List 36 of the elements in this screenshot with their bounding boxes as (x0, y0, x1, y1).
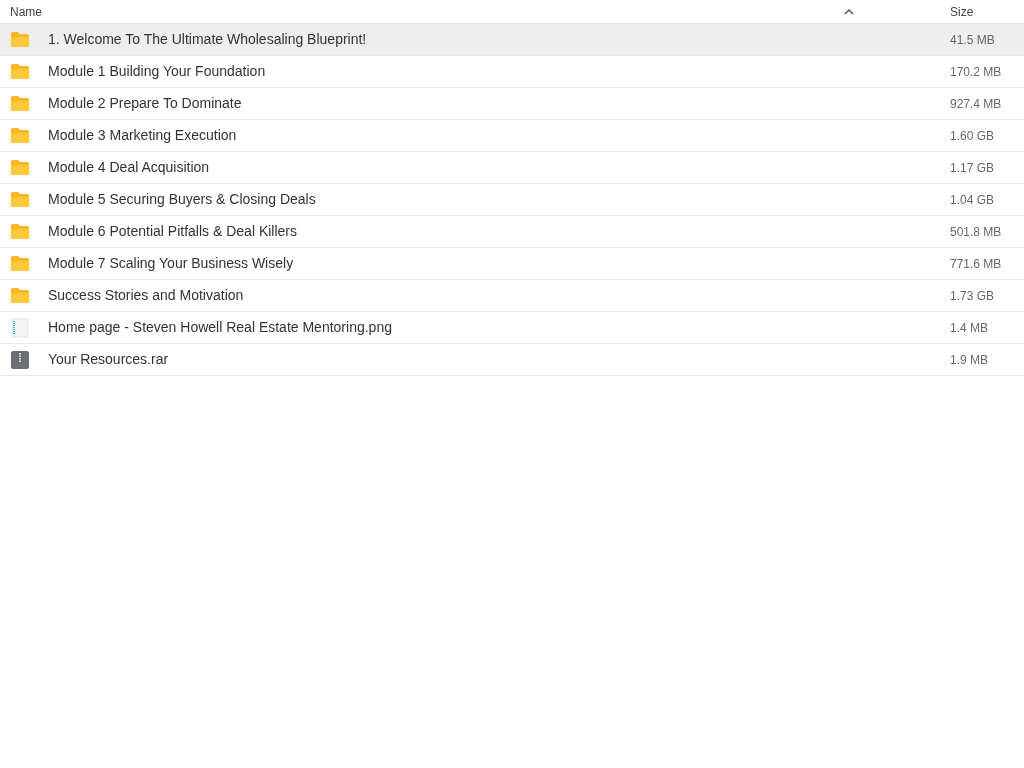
file-size: 1.4 MB (950, 319, 989, 337)
folder-icon (10, 223, 30, 240)
folder-icon (10, 95, 30, 112)
file-name: Module 6 Potential Pitfalls & Deal Killers (48, 222, 298, 241)
file-size: 170.2 MB (950, 63, 1003, 81)
archive-file-icon (11, 349, 29, 370)
file-name: Success Stories and Motivation (48, 286, 245, 305)
file-name: 1. Welcome To The Ultimate Wholesaling Blueprint! (48, 30, 368, 49)
file-size: 927.4 MB (950, 95, 1003, 113)
folder-icon (10, 127, 30, 144)
folder-icon (10, 287, 30, 304)
file-size: 1.73 GB (950, 287, 996, 305)
file-size: 501.8 MB (950, 223, 1003, 241)
file-name: Your Resources.rar (48, 350, 170, 369)
file-size: 1.60 GB (950, 127, 996, 145)
column-header[interactable]: Size (950, 2, 1024, 21)
column-header[interactable]: Name (10, 2, 844, 21)
file-name: Module 7 Scaling Your Business Wisely (48, 254, 295, 273)
file-name: Module 5 Securing Buyers & Closing Deals (48, 190, 317, 209)
file-name: Module 2 Prepare To Dominate (48, 94, 243, 113)
image-file-icon (11, 317, 29, 338)
file-size: 771.6 MB (950, 255, 1003, 273)
file-size: 41.5 MB (950, 31, 996, 49)
file-name: Home page - Steven Howell Real Estate Mentoring.png (48, 318, 393, 337)
file-size: 1.17 GB (950, 159, 996, 177)
folder-icon (10, 63, 30, 80)
file-name: Module 1 Building Your Foundation (48, 62, 267, 81)
folder-icon (10, 255, 30, 272)
file-size: 1.04 GB (950, 191, 996, 209)
folder-icon (10, 159, 30, 176)
file-size: 1.9 MB (950, 351, 989, 369)
file-name: Module 3 Marketing Execution (48, 126, 238, 145)
file-name: Module 4 Deal Acquisition (48, 158, 211, 177)
file-row[interactable]: 1. Welcome To The Ultimate Wholesaling Blueprint! 41.5 MB (0, 24, 1024, 56)
folder-icon (10, 191, 30, 208)
folder-icon (10, 31, 30, 48)
